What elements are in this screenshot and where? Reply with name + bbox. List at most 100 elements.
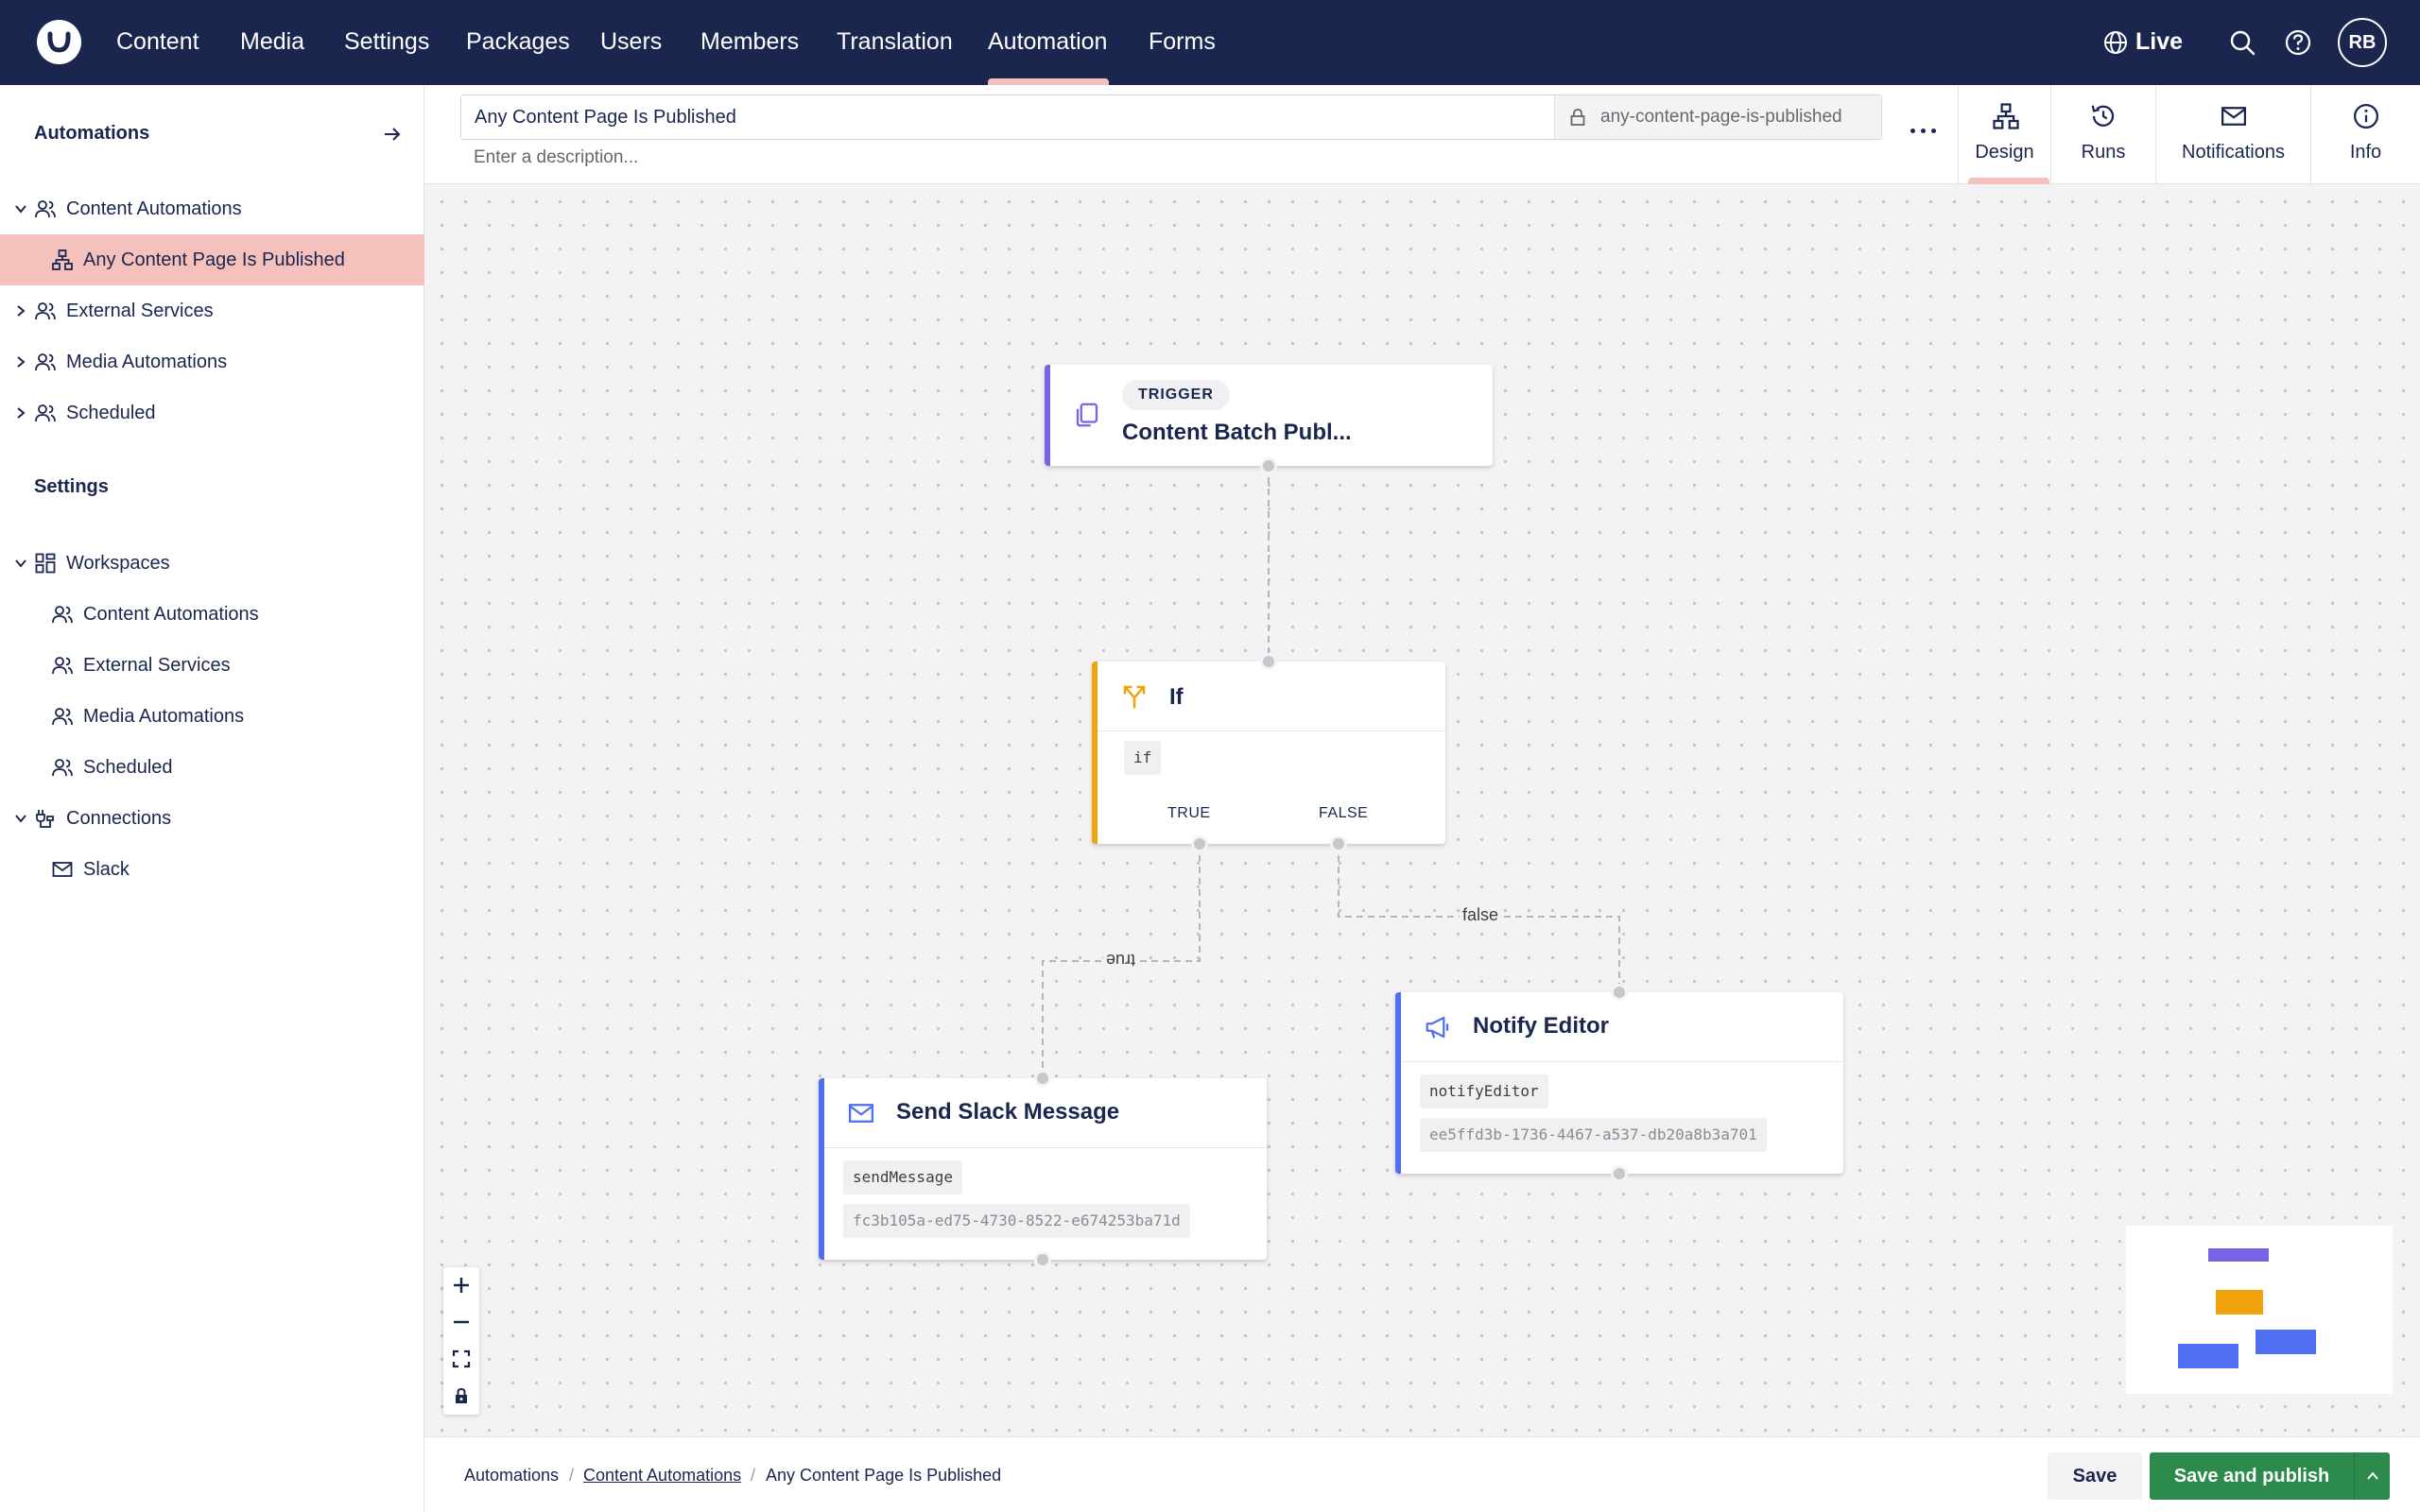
automation-name-input[interactable]: Any Content Page Is Published any-conten… [460,94,1882,140]
tree-item-workspace-media-automations[interactable]: Media Automations [0,691,424,742]
tree-item-external-services[interactable]: External Services [0,285,424,336]
minus-icon [454,1320,469,1324]
users-icon [52,708,73,726]
automations-heading: Automations [34,123,150,144]
users-icon [52,759,73,777]
split-icon [1123,685,1146,709]
more-options-button[interactable] [1905,117,1943,146]
slack-alias-chip: sendMessage [843,1160,962,1194]
users-icon [52,606,73,624]
fit-view-button[interactable] [443,1341,479,1378]
nav-users[interactable]: Users [600,0,662,85]
chevron-up-icon [2367,1471,2378,1480]
trigger-node[interactable]: TRIGGER Content Batch Publ... [1045,365,1493,466]
breadcrumb-separator: / [569,1466,575,1485]
save-and-publish-button[interactable]: Save and publish [2150,1452,2354,1500]
tab-notifications[interactable]: Notifications [2155,85,2310,183]
user-avatar[interactable]: RB [2338,18,2387,67]
chevron-down-icon[interactable] [13,811,28,826]
breadcrumb-content-automations[interactable]: Content Automations [583,1437,741,1512]
tree-item-workspace-external-services[interactable]: External Services [0,640,424,691]
zoom-in-button[interactable] [443,1267,479,1304]
slack-output-port[interactable] [1034,1251,1051,1268]
slack-input-port[interactable] [1034,1070,1051,1087]
if-input-port[interactable] [1260,653,1277,670]
nav-translation[interactable]: Translation [837,0,953,85]
tree-item-slack[interactable]: Slack [0,844,424,895]
nav-forms[interactable]: Forms [1149,0,1216,85]
mail-icon [849,1104,873,1123]
tab-label: Design [1975,142,2034,163]
notify-input-port[interactable] [1611,984,1628,1001]
tree-item-scheduled[interactable]: Scheduled [0,387,424,438]
settings-heading: Settings [34,476,109,497]
tab-label: Runs [2081,142,2126,163]
globe-icon[interactable] [2102,29,2129,56]
notify-alias-chip: notifyEditor [1420,1074,1548,1108]
tree-item-label: Media Automations [66,352,228,372]
false-branch-label: FALSE [1319,805,1369,821]
users-icon [35,302,56,320]
lock-canvas-button[interactable] [443,1378,479,1415]
chevron-right-icon[interactable] [13,405,28,421]
tree-item-label: Scheduled [83,757,173,778]
alias-field[interactable]: any-content-page-is-published [1554,95,1881,139]
tree-item-workspace-scheduled[interactable]: Scheduled [0,742,424,793]
tree-item-label: Content Automations [83,604,259,625]
tab-design[interactable]: Design [1958,85,2050,183]
top-navigation: Content Media Settings Packages Users Me… [0,0,2420,85]
true-branch-label: TRUE [1167,805,1211,821]
chevron-right-icon[interactable] [13,303,28,318]
breadcrumb-automations[interactable]: Automations [464,1437,559,1512]
search-icon[interactable] [2228,28,2256,57]
nav-packages[interactable]: Packages [466,0,570,85]
nav-content[interactable]: Content [116,0,199,85]
nav-media[interactable]: Media [240,0,304,85]
tab-runs[interactable]: Runs [2050,85,2155,183]
chevron-down-icon[interactable] [13,201,28,216]
chevron-down-icon[interactable] [13,556,28,571]
tree-item-workspace-content-automations[interactable]: Content Automations [0,589,424,640]
send-slack-message-node[interactable]: Send Slack Message sendMessage fc3b105a-… [819,1078,1267,1260]
true-edge-label: true [1103,950,1139,970]
node-divider [1401,1061,1843,1062]
tree-item-label: Media Automations [83,706,245,727]
chevron-right-icon[interactable] [13,354,28,369]
notify-output-port[interactable] [1611,1165,1628,1182]
help-icon[interactable] [2284,28,2312,57]
notify-editor-node[interactable]: Notify Editor notifyEditor ee5ffd3b-1736… [1395,992,1843,1174]
umbraco-logo[interactable] [37,20,81,64]
lock-icon[interactable] [1569,108,1586,127]
info-icon [2354,104,2378,129]
nav-automation[interactable]: Automation [988,0,1107,85]
zoom-out-button[interactable] [443,1304,479,1341]
false-edge-label: false [1460,905,1502,925]
publish-options-button[interactable] [2354,1452,2390,1500]
editor-footer: Automations / Content Automations / Any … [424,1436,2420,1512]
slack-id-chip: fc3b105a-ed75-4730-8522-e674253ba71d [843,1204,1190,1238]
tab-info[interactable]: Info [2310,85,2420,183]
tree-item-content-automations[interactable]: Content Automations [0,183,424,234]
if-true-port[interactable] [1191,835,1208,852]
tree-item-label: Connections [66,808,172,829]
environment-label[interactable]: Live [2135,0,2183,85]
tree-item-label: Workspaces [66,553,170,574]
nav-members[interactable]: Members [700,0,799,85]
if-node[interactable]: If if TRUE FALSE [1092,662,1445,844]
if-false-port[interactable] [1330,835,1347,852]
tree-item-connections[interactable]: Connections [0,793,424,844]
description-input[interactable]: Enter a description... [474,147,638,168]
tree-item-any-content-page-is-published[interactable]: Any Content Page Is Published [0,234,424,285]
tree-item-workspaces[interactable]: Workspaces [0,538,424,589]
nav-settings[interactable]: Settings [344,0,429,85]
users-icon [35,404,56,422]
breadcrumb-current: Any Content Page Is Published [766,1466,1002,1485]
arrow-right-icon[interactable] [382,124,403,145]
workflow-canvas[interactable]: TRIGGER Content Batch Publ... If if TRUE… [424,184,2420,1436]
tree-item-media-automations[interactable]: Media Automations [0,336,424,387]
trigger-output-port[interactable] [1260,457,1277,474]
plug-icon [36,810,54,828]
save-button[interactable]: Save [2048,1452,2142,1500]
minimap[interactable] [2126,1226,2393,1394]
slack-node-title: Send Slack Message [896,1099,1120,1125]
